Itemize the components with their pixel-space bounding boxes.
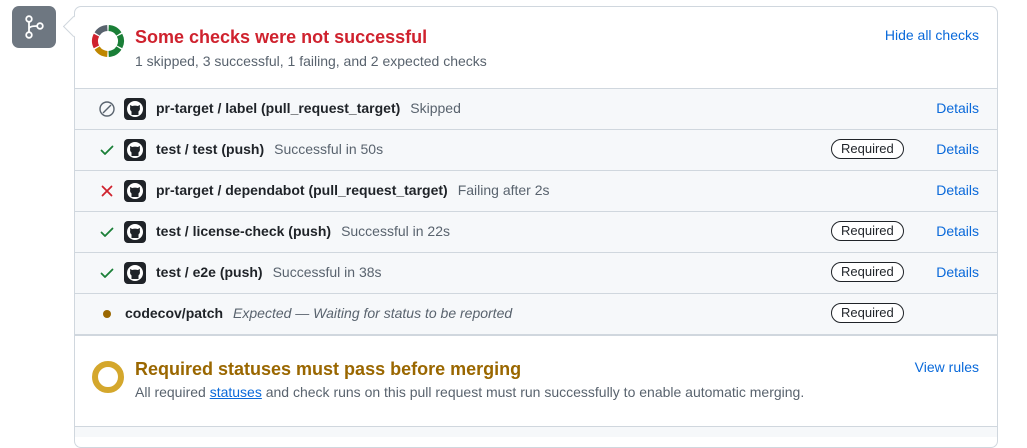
hide-all-checks-link[interactable]: Hide all checks bbox=[885, 27, 979, 43]
donut-segment-expected bbox=[94, 46, 108, 57]
github-icon bbox=[124, 221, 146, 243]
donut-segment-success bbox=[108, 46, 122, 57]
check-row: codecov/patch Expected — Waiting for stat… bbox=[75, 294, 997, 335]
statuses-link[interactable]: statuses bbox=[210, 384, 262, 400]
check-details-link[interactable]: Details bbox=[936, 141, 979, 157]
merge-text-suffix: and check runs on this pull request must… bbox=[261, 384, 805, 400]
check-row: pr-target / label (pull_request_target) S… bbox=[75, 89, 997, 130]
check-name: test / license-check (push) bbox=[156, 223, 332, 239]
check-details-link[interactable]: Details bbox=[936, 264, 979, 280]
check-details-link[interactable]: Details bbox=[936, 182, 979, 198]
check-description: Expected — Waiting for status to be repo… bbox=[233, 305, 513, 321]
donut-segment-skipped bbox=[94, 25, 108, 36]
checks-summary-header: Some checks were not successful 1 skippe… bbox=[75, 7, 997, 88]
merge-requirement-text: All required statuses and check runs on … bbox=[135, 384, 804, 400]
check-row: test / test (push) Successful in 50s Requ… bbox=[75, 130, 997, 171]
check-name: codecov/patch bbox=[125, 305, 224, 321]
checks-summary-subtitle: 1 skipped, 3 successful, 1 failing, and … bbox=[135, 53, 487, 69]
required-badge: Required bbox=[831, 139, 904, 159]
required-badge: Required bbox=[831, 221, 904, 241]
check-description: Failing after 2s bbox=[457, 182, 550, 198]
check-details-link[interactable]: Details bbox=[936, 100, 979, 116]
check-row: test / e2e (push) Successful in 38s Requi… bbox=[75, 253, 997, 294]
check-icon bbox=[100, 227, 114, 237]
check-description: Successful in 38s bbox=[272, 264, 382, 280]
skip-icon bbox=[99, 101, 115, 117]
view-rules-link[interactable]: View rules bbox=[915, 359, 979, 375]
check-name: test / e2e (push) bbox=[156, 264, 263, 280]
github-icon bbox=[124, 180, 146, 202]
github-icon bbox=[124, 139, 146, 161]
checks-list: pr-target / label (pull_request_target) S… bbox=[75, 88, 997, 335]
checks-summary-title: Some checks were not successful bbox=[135, 27, 428, 47]
check-description: Successful in 50s bbox=[274, 141, 384, 157]
checks-status-donut-icon bbox=[92, 25, 124, 57]
dot-icon bbox=[103, 310, 111, 318]
check-name: test / test (push) bbox=[156, 141, 265, 157]
check-row: pr-target / dependabot (pull_request_tar… bbox=[75, 171, 997, 212]
github-icon bbox=[124, 98, 146, 120]
check-description: Skipped bbox=[410, 100, 461, 116]
check-name: pr-target / dependabot (pull_request_tar… bbox=[156, 182, 448, 198]
required-badge: Required bbox=[831, 262, 904, 282]
check-details-link[interactable]: Details bbox=[936, 223, 979, 239]
merge-text-prefix: All required bbox=[135, 384, 210, 400]
required-badge: Required bbox=[831, 303, 904, 323]
check-description: Successful in 22s bbox=[341, 223, 451, 239]
check-icon bbox=[100, 268, 114, 278]
merge-requirement-title: Required statuses must pass before mergi… bbox=[135, 359, 522, 379]
github-icon bbox=[124, 262, 146, 284]
panel-footer bbox=[75, 426, 997, 437]
donut-segment-success bbox=[108, 25, 122, 36]
git-branch-badge bbox=[12, 6, 56, 48]
check-name: pr-target / label (pull_request_target) bbox=[156, 100, 401, 116]
donut-segment-success bbox=[116, 33, 124, 49]
x-icon bbox=[101, 185, 113, 197]
pending-ring-icon bbox=[92, 361, 124, 393]
merge-requirement-section: Required statuses must pass before mergi… bbox=[75, 335, 997, 426]
check-icon bbox=[100, 145, 114, 155]
donut-segment-failure bbox=[92, 33, 100, 49]
check-row: test / license-check (push) Successful in… bbox=[75, 212, 997, 253]
checks-panel: Some checks were not successful 1 skippe… bbox=[74, 6, 998, 448]
git-branch-icon bbox=[25, 15, 44, 39]
